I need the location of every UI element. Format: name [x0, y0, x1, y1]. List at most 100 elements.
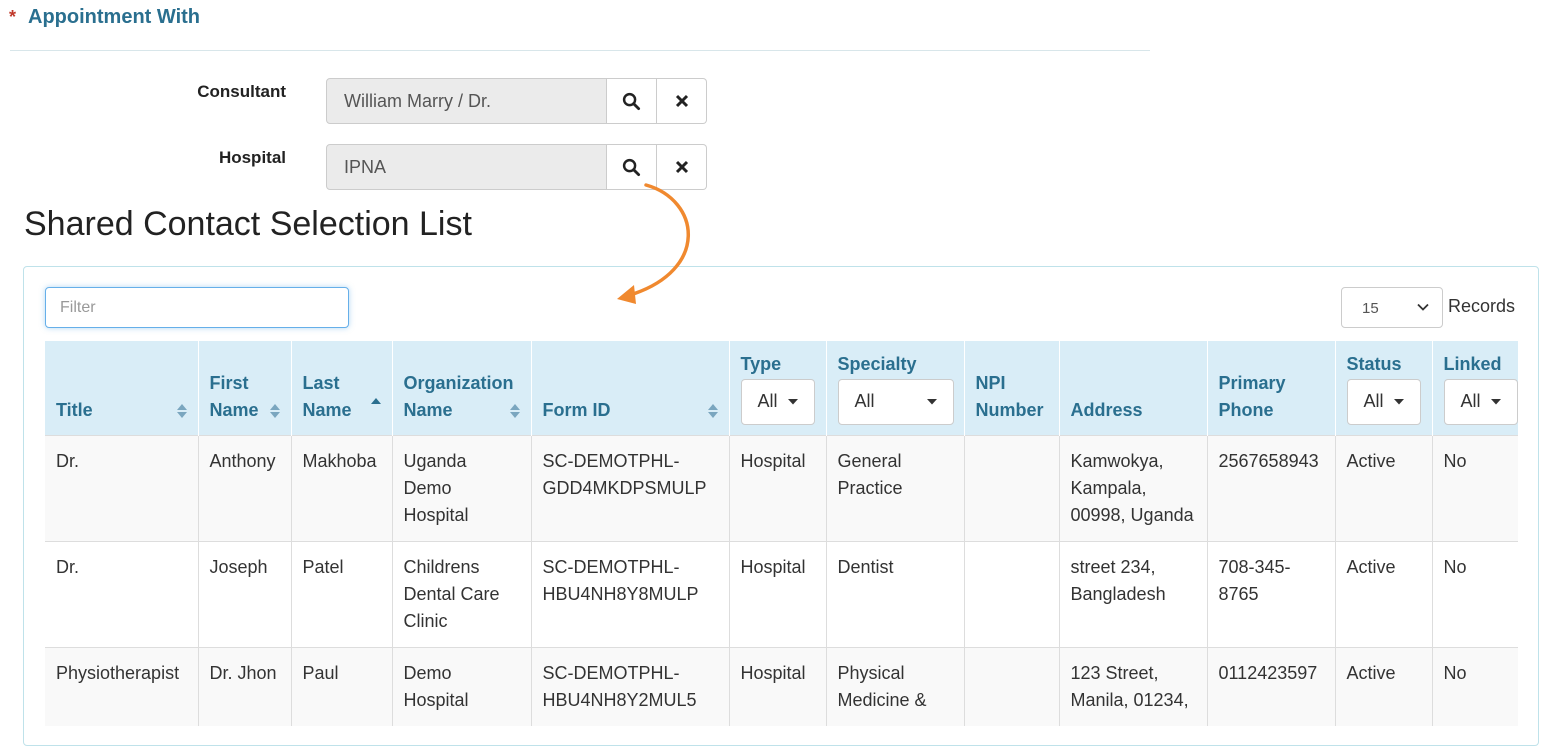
column-header-last-name[interactable]: Last Name [291, 341, 393, 435]
cell-title: Physiotherapist [45, 646, 199, 726]
column-header-organization-name[interactable]: Organization Name [392, 341, 532, 435]
filter-input[interactable] [45, 287, 349, 328]
column-header-label: Form ID [542, 399, 611, 420]
cell-primary-phone: 2567658943 [1207, 434, 1336, 541]
column-header-address: Address [1059, 341, 1208, 435]
column-header-label: Linked [1443, 353, 1502, 374]
cell-form-id: SC-DEMOTPHL-GDD4MKDPSMULP [531, 434, 730, 541]
search-icon [622, 92, 641, 110]
sort-icon [269, 403, 280, 418]
cell-address: Kamwokya, Kampala, 00998, Uganda [1059, 434, 1208, 541]
column-header-label: Specialty [837, 353, 917, 374]
sort-icon [509, 403, 520, 418]
cell-first-name: Anthony [198, 434, 292, 541]
cell-last-name: Patel [291, 540, 393, 647]
column-header-label: Type [740, 353, 782, 374]
cell-organization-name: Childrens Dental Care Clinic [392, 540, 532, 647]
cell-last-name: Paul [291, 646, 393, 726]
cell-type: Hospital [729, 434, 827, 541]
column-header-label: Organization Name [403, 372, 514, 420]
column-header-linked: Linked All [1432, 341, 1518, 435]
cell-primary-phone: 708-345-8765 [1207, 540, 1336, 647]
consultant-search-button[interactable] [607, 78, 657, 124]
column-header-title[interactable]: Title [45, 341, 199, 435]
caret-down-icon [926, 398, 937, 404]
cell-last-name: Makhoba [291, 434, 393, 541]
column-header-label: Primary Phone [1218, 372, 1286, 420]
status-filter-dropdown[interactable]: All [1346, 378, 1421, 425]
cell-linked: No [1432, 434, 1518, 541]
cell-linked: No [1432, 540, 1518, 647]
caret-down-icon [1490, 398, 1501, 404]
cell-npi-number [964, 646, 1060, 726]
column-header-label: First Name [209, 372, 259, 420]
close-icon [675, 94, 688, 108]
table-row[interactable]: Dr. Joseph Patel Childrens Dental Care C… [45, 540, 1518, 647]
caret-down-icon [787, 398, 798, 404]
column-header-label: Title [56, 399, 93, 420]
sort-icon [707, 403, 718, 418]
cell-organization-name: Demo Hospital [392, 646, 532, 726]
annotation-arrow-icon [617, 183, 690, 304]
hospital-value[interactable]: IPNA [326, 144, 607, 190]
column-header-specialty: Specialty All [826, 341, 965, 435]
chevron-down-icon [1417, 303, 1429, 311]
cell-status: Active [1335, 646, 1433, 726]
cell-specialty: Physical Medicine & [826, 646, 965, 726]
search-icon [622, 158, 641, 176]
specialty-filter-dropdown[interactable]: All [837, 378, 954, 425]
column-header-label: Status [1346, 353, 1402, 374]
section-title-text: Appointment With [28, 6, 201, 28]
column-header-status: Status All [1335, 341, 1433, 435]
contact-table-wrapper: Title First Name Last Name Organization … [45, 341, 1518, 745]
consultant-value[interactable]: William Marry / Dr. [326, 78, 607, 124]
cell-form-id: SC-DEMOTPHL-HBU4NH8Y2MUL5 [531, 646, 730, 726]
cell-address: 123 Street, Manila, 01234, [1059, 646, 1208, 726]
cell-specialty: Dentist [826, 540, 965, 647]
consultant-field: William Marry / Dr. [326, 78, 707, 124]
cell-title: Dr. [45, 434, 199, 541]
column-header-label: Last Name [302, 372, 352, 420]
sort-ascending-icon [370, 397, 381, 404]
section-title: * Appointment With [9, 6, 200, 29]
type-filter-value: All [757, 391, 778, 411]
cell-status: Active [1335, 434, 1433, 541]
close-icon [675, 160, 688, 174]
column-header-primary-phone: Primary Phone [1207, 341, 1336, 435]
cell-npi-number [964, 540, 1060, 647]
records-label: Records [1448, 296, 1516, 316]
records-value: 15 [1362, 300, 1379, 317]
table-header-row: Title First Name Last Name Organization … [45, 341, 1518, 435]
cell-type: Hospital [729, 646, 827, 726]
contact-list-panel: 15 Records Title First Name [23, 266, 1539, 746]
linked-filter-value: All [1460, 391, 1481, 411]
cell-form-id: SC-DEMOTPHL-HBU4NH8Y8MULP [531, 540, 730, 647]
contact-table: Title First Name Last Name Organization … [45, 341, 1518, 726]
specialty-filter-value: All [854, 391, 875, 411]
cell-specialty: General Practice [826, 434, 965, 541]
table-row[interactable]: Physiotherapist Dr. Jhon Paul Demo Hospi… [45, 646, 1518, 726]
linked-filter-dropdown[interactable]: All [1443, 378, 1518, 425]
status-filter-value: All [1363, 391, 1384, 411]
table-row[interactable]: Dr. Anthony Makhoba Uganda Demo Hospital… [45, 434, 1518, 541]
type-filter-dropdown[interactable]: All [740, 378, 815, 425]
cell-linked: No [1432, 646, 1518, 726]
cell-status: Active [1335, 540, 1433, 647]
column-header-label: Address [1070, 399, 1143, 420]
section-divider [10, 50, 1150, 51]
column-header-first-name[interactable]: First Name [198, 341, 292, 435]
cell-first-name: Joseph [198, 540, 292, 647]
cell-type: Hospital [729, 540, 827, 647]
cell-title: Dr. [45, 540, 199, 647]
column-header-type: Type All [729, 341, 827, 435]
column-header-form-id[interactable]: Form ID [531, 341, 730, 435]
cell-address: street 234, Bangladesh [1059, 540, 1208, 647]
records-select[interactable]: 15 [1341, 287, 1443, 328]
required-mark: * [9, 7, 17, 27]
consultant-clear-button[interactable] [657, 78, 707, 124]
sort-icon [176, 403, 187, 418]
cell-organization-name: Uganda Demo Hospital [392, 434, 532, 541]
cell-primary-phone: 0112423597 [1207, 646, 1336, 726]
list-title: Shared Contact Selection List [24, 205, 472, 243]
hospital-label: Hospital [218, 148, 286, 167]
